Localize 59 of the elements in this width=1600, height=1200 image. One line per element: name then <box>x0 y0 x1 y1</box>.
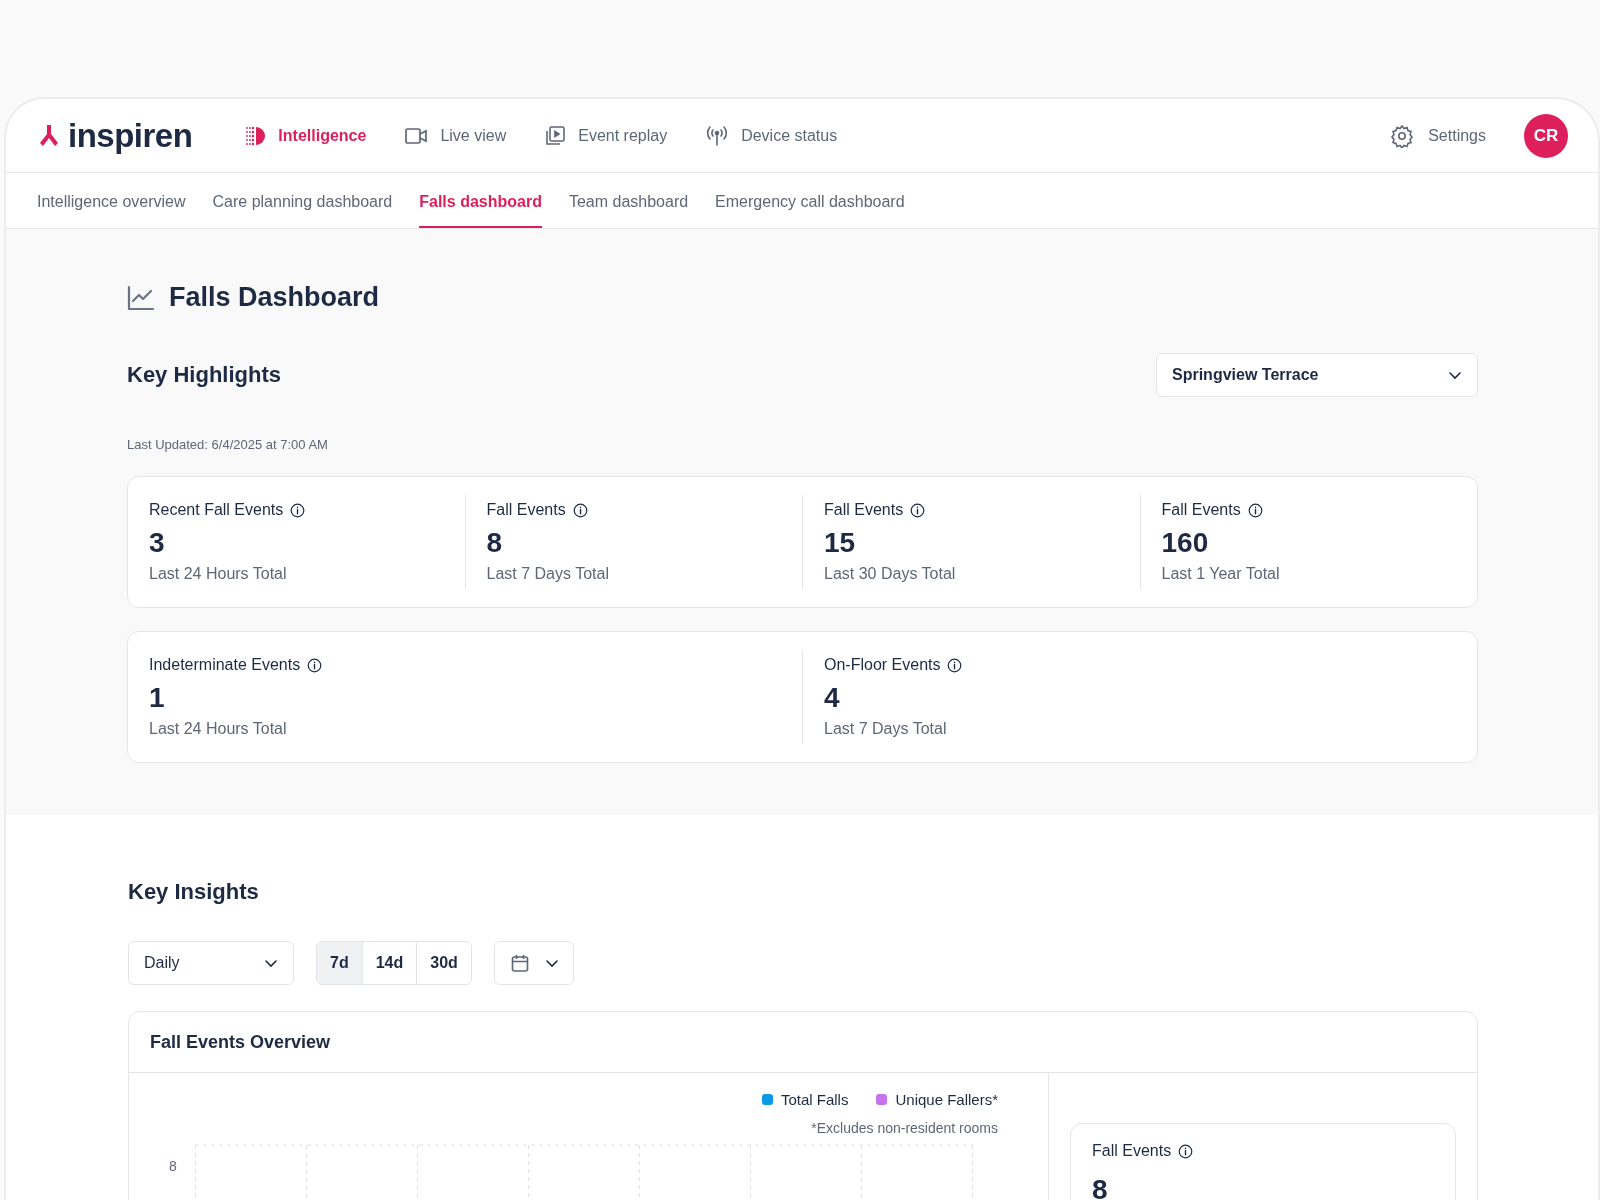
user-avatar[interactable]: CR <box>1524 113 1568 158</box>
stat-label: Recent Fall Events <box>149 501 284 519</box>
page-title: Falls Dashboard <box>169 282 380 313</box>
settings-link[interactable]: Settings <box>1390 123 1486 148</box>
stat-value: 4 <box>824 682 841 714</box>
antenna-icon <box>705 124 730 147</box>
nav-item[interactable]: Device status <box>705 124 838 147</box>
section-title: Key Insights <box>128 879 260 905</box>
info-icon[interactable] <box>947 657 963 673</box>
nav-item[interactable]: Intelligence <box>244 124 367 147</box>
info-icon[interactable] <box>910 502 926 518</box>
last-updated-text: Last Updated: 6/4/2025 at 7:00 AM <box>127 437 329 452</box>
stat-label: Indeterminate Events <box>149 656 301 674</box>
stat-caption: Last 24 Hours Total <box>149 720 288 738</box>
stat-value: 8 <box>486 527 504 559</box>
chart-title: Fall Events Overview <box>129 1012 1477 1073</box>
interval-select[interactable]: Daily <box>128 941 294 985</box>
stat-value: 1 <box>149 682 166 714</box>
sub-tab[interactable]: Team dashboard <box>568 173 689 228</box>
section-title: Key Highlights <box>127 362 281 388</box>
info-icon[interactable] <box>1247 502 1263 518</box>
stat-label: On-Floor Events <box>824 656 941 674</box>
facility-select[interactable]: Springview Terrace <box>1156 353 1478 397</box>
stat-label: Fall Events <box>824 501 904 519</box>
info-icon[interactable] <box>307 657 323 673</box>
stat-caption: Last 7 Days Total <box>824 720 948 738</box>
video-camera-icon <box>404 125 429 146</box>
legend-label: Unique Fallers* <box>895 1091 998 1108</box>
stat-caption: Last 24 Hours Total <box>149 565 288 583</box>
info-icon[interactable] <box>1178 1143 1194 1159</box>
half-circle-dots-icon <box>244 124 267 147</box>
stat-caption: Last 1 Year Total <box>1161 565 1281 583</box>
stat-label: Fall Events <box>1092 1142 1172 1160</box>
logo-text: inspiren <box>68 116 193 155</box>
stat-value: 8 <box>1092 1174 1109 1200</box>
nav-item[interactable]: Event replay <box>544 124 668 147</box>
stat-value: 160 <box>1161 527 1210 559</box>
stat-caption: Last 7 Days Total <box>486 565 610 583</box>
range-button[interactable]: 30d <box>416 942 471 984</box>
settings-icon <box>1390 123 1415 148</box>
play-stack-icon <box>544 124 567 147</box>
y-tick-label: 8 <box>169 1158 177 1176</box>
info-icon[interactable] <box>290 502 306 518</box>
info-icon[interactable] <box>572 502 588 518</box>
footnote-text: *Excludes non-resident rooms <box>810 1120 998 1136</box>
stat-caption: Last 30 Days Total <box>824 565 957 583</box>
date-picker-button[interactable] <box>493 941 574 985</box>
sub-tab[interactable]: Intelligence overview <box>37 173 186 228</box>
calendar-icon <box>509 953 530 973</box>
sub-tab[interactable]: Emergency call dashboard <box>715 173 905 228</box>
stat-value: 3 <box>149 527 166 559</box>
legend-label: Total Falls <box>780 1091 849 1108</box>
range-button[interactable]: 7d <box>317 942 362 984</box>
stat-label: Fall Events <box>486 501 566 519</box>
stat-value: 15 <box>824 527 857 559</box>
stat-label: Fall Events <box>1161 501 1241 519</box>
sub-tab[interactable]: Care planning dashboard <box>212 173 393 228</box>
line-chart-icon <box>127 284 155 311</box>
nav-item[interactable]: Live view <box>404 125 507 146</box>
